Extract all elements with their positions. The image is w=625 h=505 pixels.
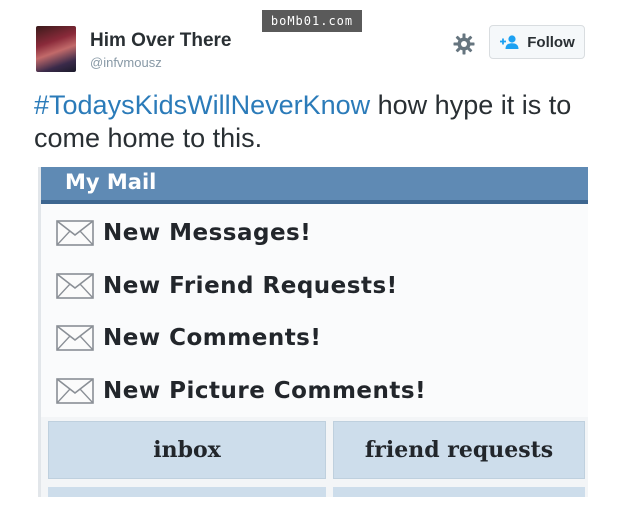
mail-item-label: New Friend Requests! xyxy=(103,273,398,299)
tab-friend-requests: friend requests xyxy=(333,421,585,479)
attached-photo[interactable]: My Mail New Messages! New Friend Request… xyxy=(38,167,588,497)
mail-item-picture-comments: New Picture Comments! xyxy=(55,371,426,411)
mail-item-messages: New Messages! xyxy=(55,213,311,253)
mail-item-label: New Picture Comments! xyxy=(103,378,427,404)
tweet-text: #TodaysKidsWillNeverKnow how hype it is … xyxy=(34,89,604,155)
user-name[interactable]: Him Over There xyxy=(90,30,232,52)
envelope-icon xyxy=(56,325,94,351)
envelope-icon xyxy=(56,378,94,404)
mail-item-friend-requests: New Friend Requests! xyxy=(55,266,398,306)
hashtag-link[interactable]: #TodaysKidsWillNeverKnow xyxy=(34,90,370,120)
watermark: boMb01.com xyxy=(262,10,362,32)
mail-item-label: New Messages! xyxy=(103,220,312,246)
mail-item-label: New Comments! xyxy=(103,325,322,351)
mail-tab-row-2 xyxy=(333,487,585,497)
follow-button[interactable]: Follow xyxy=(489,25,585,59)
mail-tab-row-2 xyxy=(48,487,326,497)
envelope-icon xyxy=(56,273,94,299)
add-person-icon xyxy=(500,35,519,49)
avatar[interactable] xyxy=(36,26,76,72)
mail-header: My Mail xyxy=(41,167,588,204)
mail-title: My Mail xyxy=(65,170,157,194)
tab-inbox: inbox xyxy=(48,421,326,479)
envelope-icon xyxy=(56,220,94,246)
gear-icon[interactable] xyxy=(452,32,476,56)
user-handle[interactable]: @infvmousz xyxy=(90,55,162,70)
mail-item-comments: New Comments! xyxy=(55,318,321,358)
follow-label: Follow xyxy=(527,33,575,51)
